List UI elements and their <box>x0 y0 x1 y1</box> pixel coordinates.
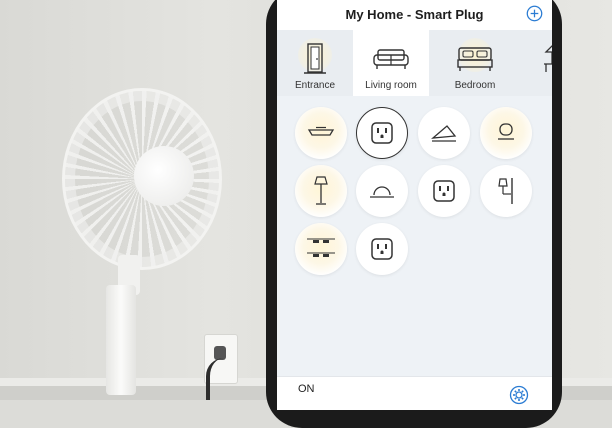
sofa-icon <box>373 49 409 69</box>
device-outlet-2[interactable] <box>418 165 470 217</box>
room-tabs: Entrance Living room Bedroom <box>277 30 552 96</box>
tab-te[interactable]: Te <box>515 30 552 96</box>
device-wall-sconce[interactable] <box>480 165 532 217</box>
phone-frame: My Home - Smart Plug Entrance Living roo… <box>266 0 562 428</box>
desk-lamp-icon <box>544 45 552 72</box>
pendant-light-icon <box>498 123 514 140</box>
outlet-icon <box>433 180 455 202</box>
tab-entrance[interactable]: Entrance <box>277 30 353 96</box>
fan-hub <box>134 146 194 206</box>
app-title: My Home - Smart Plug <box>345 7 484 22</box>
device-grid <box>277 96 552 376</box>
wall-sconce-icon <box>498 178 513 204</box>
dome-light-icon <box>370 186 394 198</box>
tab-label-te: Te <box>515 80 552 91</box>
app-header: My Home - Smart Plug <box>277 0 552 30</box>
spotlights-icon <box>307 238 335 257</box>
phone-screen: My Home - Smart Plug Entrance Living roo… <box>277 0 552 410</box>
device-floor-lamp[interactable] <box>295 165 347 217</box>
wall-light-icon <box>431 125 457 142</box>
fan-pole <box>106 285 136 395</box>
tab-label-living-room: Living room <box>365 80 417 91</box>
device-wall-light[interactable] <box>418 107 470 159</box>
device-ceiling-light[interactable] <box>295 107 347 159</box>
bottom-bar: ON <box>277 376 552 410</box>
ceiling-light-icon <box>307 126 335 136</box>
tab-label-entrance: Entrance <box>294 80 336 91</box>
outlet-icon <box>371 238 393 260</box>
device-pendant-light[interactable] <box>480 107 532 159</box>
gear-icon[interactable] <box>509 385 529 405</box>
power-cable <box>206 358 230 400</box>
plus-circle-icon[interactable] <box>526 5 543 22</box>
floor-lamp-icon <box>314 176 328 205</box>
device-dome-light[interactable] <box>356 165 408 217</box>
bed-icon <box>457 47 493 71</box>
outlet-icon <box>371 122 393 144</box>
device-spotlights[interactable] <box>295 223 347 275</box>
power-status: ON <box>298 383 315 395</box>
tab-label-bedroom: Bedroom <box>454 80 496 91</box>
device-outlet-3[interactable] <box>356 223 408 275</box>
tab-bedroom[interactable]: Bedroom <box>437 30 513 96</box>
device-outlet-selected[interactable] <box>356 107 408 159</box>
tab-living-room[interactable]: Living room <box>353 30 429 96</box>
door-icon <box>304 43 326 74</box>
